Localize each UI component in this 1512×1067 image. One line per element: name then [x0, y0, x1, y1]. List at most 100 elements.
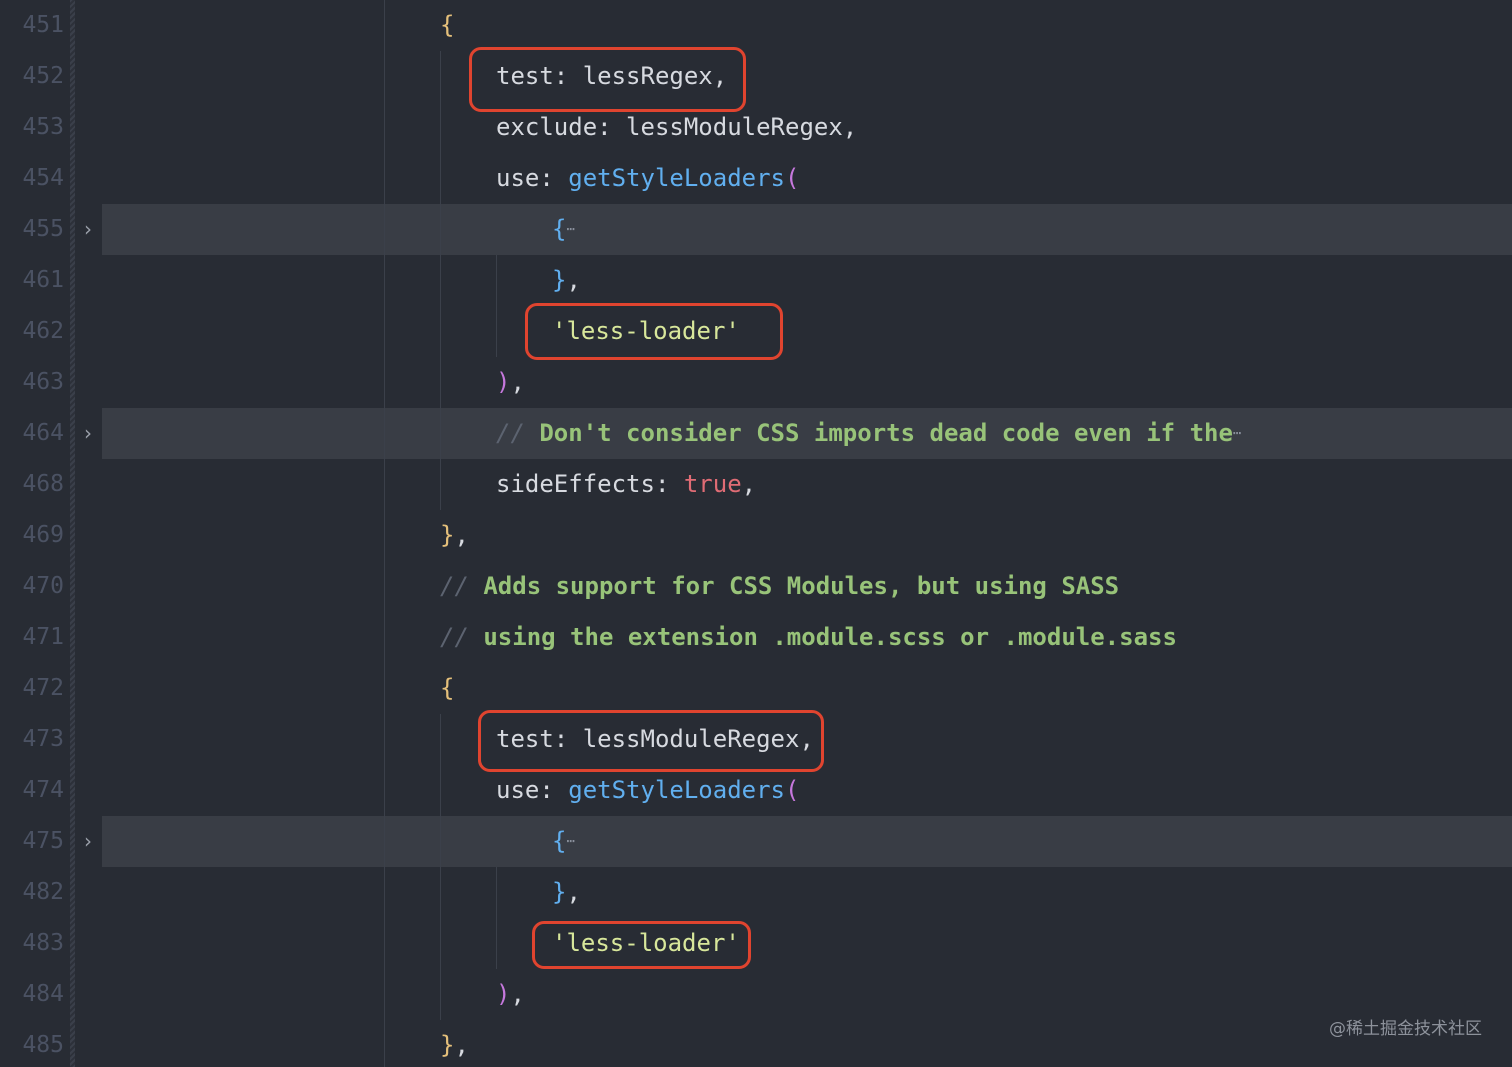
line-number: 471 [22, 624, 64, 650]
code-line[interactable]: 474 use: getStyleLoaders( [0, 765, 1512, 816]
code-token: sideEffects: [496, 470, 684, 498]
code-line[interactable]: 464 › // Don't consider CSS imports dead c… [0, 408, 1512, 459]
code-token: { [440, 674, 455, 702]
folded-line-highlight [102, 204, 1512, 255]
code-token: { [440, 11, 455, 39]
highlight-box-test-lessmoduleregex [478, 710, 824, 772]
code-token: } [552, 878, 567, 906]
line-number: 469 [22, 522, 64, 548]
code-text: }, [440, 510, 469, 561]
code-text: ), [496, 357, 525, 408]
code-token: // [440, 572, 484, 600]
code-token: // [440, 623, 484, 651]
code-line[interactable]: 471 // using the extension .module.scss o… [0, 612, 1512, 663]
code-line[interactable]: 485}, [0, 1020, 1512, 1067]
code-token: Adds support for CSS Modules, but using … [483, 572, 1120, 600]
code-editor[interactable]: 451 {452 test: lessRegex, 453 exclude: lessM… [0, 0, 1512, 1067]
code-token: { [552, 215, 567, 243]
watermark: @稀土掘金技术社区 [1329, 1019, 1482, 1039]
code-token: , [454, 521, 469, 549]
code-token: , [510, 368, 525, 396]
highlight-box-less-loader-1 [525, 303, 783, 360]
code-line[interactable]: 475 › {⋯ [0, 816, 1512, 867]
code-token: } [440, 521, 455, 549]
code-token: // [496, 419, 540, 447]
code-token: getStyleLoaders [568, 164, 785, 192]
code-line[interactable]: 472 { [0, 663, 1512, 714]
code-line[interactable]: 484), [0, 969, 1512, 1020]
code-token: } [552, 266, 567, 294]
line-number: 483 [22, 930, 64, 956]
code-text: // using the extension .module.scss or .… [440, 612, 1177, 663]
code-text: }, [552, 867, 581, 918]
code-line[interactable]: 453 exclude: lessModuleRegex, [0, 102, 1512, 153]
highlight-box-less-loader-2 [532, 921, 751, 969]
fold-ellipsis-icon[interactable]: ⋯ [566, 222, 574, 238]
code-token: , [454, 1031, 469, 1059]
code-token: getStyleLoaders [568, 776, 785, 804]
code-token: lessModuleRegex, [626, 113, 858, 141]
line-number: 452 [22, 63, 64, 89]
code-text: }, [440, 1020, 469, 1067]
chevron-right-icon[interactable]: › [79, 204, 97, 255]
code-text: { [440, 663, 454, 714]
code-token: ) [496, 368, 511, 396]
line-number: 461 [22, 267, 64, 293]
line-number: 470 [22, 573, 64, 599]
line-number: 482 [22, 879, 64, 905]
code-line[interactable]: 468 sideEffects: true, [0, 459, 1512, 510]
code-text: use: getStyleLoaders( [496, 765, 799, 816]
indent-guide [440, 714, 441, 1020]
code-text: {⋯ [552, 204, 575, 255]
code-token: } [440, 1031, 455, 1059]
line-number: 484 [22, 981, 64, 1007]
line-number: 454 [22, 165, 64, 191]
code-line[interactable]: 455 › {⋯ [0, 204, 1512, 255]
code-line[interactable]: 451 { [0, 0, 1512, 51]
chevron-right-icon[interactable]: › [79, 816, 97, 867]
code-token: , [566, 266, 581, 294]
code-text: sideEffects: true, [496, 459, 756, 510]
line-number: 472 [22, 675, 64, 701]
folded-line-highlight [102, 816, 1512, 867]
fold-ellipsis-icon[interactable]: ⋯ [566, 834, 574, 850]
code-token: use: [496, 164, 569, 192]
code-line[interactable]: 470 // Adds support for CSS Modules, but … [0, 561, 1512, 612]
code-token: Don't consider CSS imports dead code eve… [539, 419, 1233, 447]
code-text: // Don't consider CSS imports dead code … [496, 408, 1241, 459]
code-token: { [552, 827, 567, 855]
line-number: 474 [22, 777, 64, 803]
line-number: 462 [22, 318, 64, 344]
indent-guide [496, 867, 497, 969]
code-token: , [741, 470, 757, 498]
code-token: , [510, 980, 525, 1008]
code-token: using the extension .module.scss or .mod… [483, 623, 1177, 651]
line-number: 485 [22, 1032, 64, 1058]
line-number: 473 [22, 726, 64, 752]
code-token: ( [785, 164, 800, 192]
code-line[interactable]: 482}, [0, 867, 1512, 918]
code-line[interactable]: 454 use: getStyleLoaders( [0, 153, 1512, 204]
line-number: 455 [22, 216, 64, 242]
code-line[interactable]: 452 test: lessRegex, [0, 51, 1512, 102]
code-text: ), [496, 969, 525, 1020]
highlight-box-test-lessregex [469, 47, 746, 112]
line-number: 468 [22, 471, 64, 497]
indent-guide [496, 255, 497, 357]
fold-ellipsis-icon[interactable]: ⋯ [1233, 426, 1241, 442]
code-text: }, [552, 255, 581, 306]
code-text: use: getStyleLoaders( [496, 153, 799, 204]
line-number: 464 [22, 420, 64, 446]
line-number: 463 [22, 369, 64, 395]
code-line[interactable]: 483'less-loader' [0, 918, 1512, 969]
code-line[interactable]: 463), [0, 357, 1512, 408]
code-line[interactable]: 469}, [0, 510, 1512, 561]
chevron-right-icon[interactable]: › [79, 408, 97, 459]
code-token: use: [496, 776, 569, 804]
code-token: , [566, 878, 581, 906]
line-number: 453 [22, 114, 64, 140]
code-text: {⋯ [552, 816, 575, 867]
code-line[interactable]: 461}, [0, 255, 1512, 306]
line-number: 475 [22, 828, 64, 854]
code-text: { [440, 0, 454, 51]
